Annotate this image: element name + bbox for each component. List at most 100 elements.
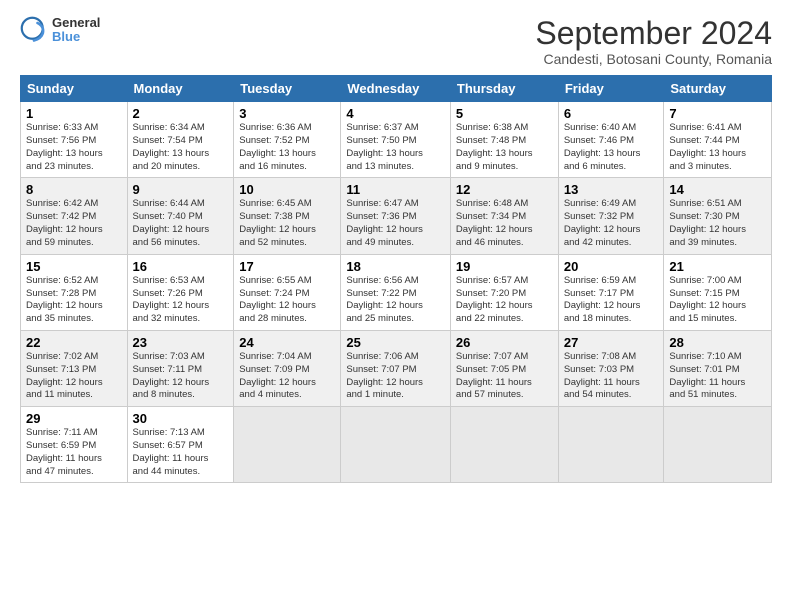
table-cell: 3Sunrise: 6:36 AM Sunset: 7:52 PM Daylig… bbox=[234, 102, 341, 178]
day-info: Sunrise: 7:10 AM Sunset: 7:01 PM Dayligh… bbox=[669, 351, 766, 402]
day-number: 26 bbox=[456, 335, 553, 350]
day-number: 6 bbox=[564, 106, 659, 121]
table-cell: 15Sunrise: 6:52 AM Sunset: 7:28 PM Dayli… bbox=[21, 254, 128, 330]
day-info: Sunrise: 6:37 AM Sunset: 7:50 PM Dayligh… bbox=[346, 122, 445, 173]
day-number: 23 bbox=[133, 335, 229, 350]
day-info: Sunrise: 6:47 AM Sunset: 7:36 PM Dayligh… bbox=[346, 198, 445, 249]
col-thursday: Thursday bbox=[450, 76, 558, 102]
header-row: Sunday Monday Tuesday Wednesday Thursday… bbox=[21, 76, 772, 102]
day-info: Sunrise: 7:06 AM Sunset: 7:07 PM Dayligh… bbox=[346, 351, 445, 402]
day-number: 10 bbox=[239, 182, 335, 197]
day-number: 7 bbox=[669, 106, 766, 121]
table-cell: 14Sunrise: 6:51 AM Sunset: 7:30 PM Dayli… bbox=[664, 178, 772, 254]
day-info: Sunrise: 7:07 AM Sunset: 7:05 PM Dayligh… bbox=[456, 351, 553, 402]
day-info: Sunrise: 7:13 AM Sunset: 6:57 PM Dayligh… bbox=[133, 427, 229, 478]
table-row: 15Sunrise: 6:52 AM Sunset: 7:28 PM Dayli… bbox=[21, 254, 772, 330]
day-info: Sunrise: 6:45 AM Sunset: 7:38 PM Dayligh… bbox=[239, 198, 335, 249]
table-cell: 10Sunrise: 6:45 AM Sunset: 7:38 PM Dayli… bbox=[234, 178, 341, 254]
logo-icon bbox=[20, 16, 48, 44]
table-cell: 29Sunrise: 7:11 AM Sunset: 6:59 PM Dayli… bbox=[21, 407, 128, 483]
day-number: 13 bbox=[564, 182, 659, 197]
day-number: 28 bbox=[669, 335, 766, 350]
day-number: 19 bbox=[456, 259, 553, 274]
day-number: 29 bbox=[26, 411, 122, 426]
day-number: 30 bbox=[133, 411, 229, 426]
day-number: 3 bbox=[239, 106, 335, 121]
day-info: Sunrise: 6:44 AM Sunset: 7:40 PM Dayligh… bbox=[133, 198, 229, 249]
day-info: Sunrise: 6:41 AM Sunset: 7:44 PM Dayligh… bbox=[669, 122, 766, 173]
table-cell: 22Sunrise: 7:02 AM Sunset: 7:13 PM Dayli… bbox=[21, 330, 128, 406]
logo-line1: General bbox=[52, 16, 100, 30]
table-row: 22Sunrise: 7:02 AM Sunset: 7:13 PM Dayli… bbox=[21, 330, 772, 406]
day-number: 24 bbox=[239, 335, 335, 350]
table-row: 8Sunrise: 6:42 AM Sunset: 7:42 PM Daylig… bbox=[21, 178, 772, 254]
table-cell: 25Sunrise: 7:06 AM Sunset: 7:07 PM Dayli… bbox=[341, 330, 451, 406]
day-number: 22 bbox=[26, 335, 122, 350]
table-cell: 30Sunrise: 7:13 AM Sunset: 6:57 PM Dayli… bbox=[127, 407, 234, 483]
day-number: 20 bbox=[564, 259, 659, 274]
day-info: Sunrise: 6:55 AM Sunset: 7:24 PM Dayligh… bbox=[239, 275, 335, 326]
table-cell bbox=[341, 407, 451, 483]
day-info: Sunrise: 6:40 AM Sunset: 7:46 PM Dayligh… bbox=[564, 122, 659, 173]
day-number: 5 bbox=[456, 106, 553, 121]
day-info: Sunrise: 7:11 AM Sunset: 6:59 PM Dayligh… bbox=[26, 427, 122, 478]
calendar-table: Sunday Monday Tuesday Wednesday Thursday… bbox=[20, 75, 772, 483]
table-cell: 4Sunrise: 6:37 AM Sunset: 7:50 PM Daylig… bbox=[341, 102, 451, 178]
col-friday: Friday bbox=[558, 76, 664, 102]
day-info: Sunrise: 6:33 AM Sunset: 7:56 PM Dayligh… bbox=[26, 122, 122, 173]
table-cell: 20Sunrise: 6:59 AM Sunset: 7:17 PM Dayli… bbox=[558, 254, 664, 330]
logo: General Blue bbox=[20, 16, 100, 45]
table-cell: 2Sunrise: 6:34 AM Sunset: 7:54 PM Daylig… bbox=[127, 102, 234, 178]
day-number: 11 bbox=[346, 182, 445, 197]
table-cell: 26Sunrise: 7:07 AM Sunset: 7:05 PM Dayli… bbox=[450, 330, 558, 406]
day-number: 27 bbox=[564, 335, 659, 350]
day-info: Sunrise: 7:02 AM Sunset: 7:13 PM Dayligh… bbox=[26, 351, 122, 402]
day-info: Sunrise: 6:48 AM Sunset: 7:34 PM Dayligh… bbox=[456, 198, 553, 249]
day-number: 4 bbox=[346, 106, 445, 121]
day-info: Sunrise: 6:36 AM Sunset: 7:52 PM Dayligh… bbox=[239, 122, 335, 173]
day-number: 21 bbox=[669, 259, 766, 274]
col-tuesday: Tuesday bbox=[234, 76, 341, 102]
table-cell bbox=[450, 407, 558, 483]
day-number: 15 bbox=[26, 259, 122, 274]
table-cell: 16Sunrise: 6:53 AM Sunset: 7:26 PM Dayli… bbox=[127, 254, 234, 330]
day-number: 12 bbox=[456, 182, 553, 197]
table-row: 1Sunrise: 6:33 AM Sunset: 7:56 PM Daylig… bbox=[21, 102, 772, 178]
table-cell: 6Sunrise: 6:40 AM Sunset: 7:46 PM Daylig… bbox=[558, 102, 664, 178]
day-number: 2 bbox=[133, 106, 229, 121]
day-number: 1 bbox=[26, 106, 122, 121]
table-cell: 24Sunrise: 7:04 AM Sunset: 7:09 PM Dayli… bbox=[234, 330, 341, 406]
title-area: September 2024 Candesti, Botosani County… bbox=[535, 16, 772, 67]
day-info: Sunrise: 6:42 AM Sunset: 7:42 PM Dayligh… bbox=[26, 198, 122, 249]
day-number: 16 bbox=[133, 259, 229, 274]
table-cell: 27Sunrise: 7:08 AM Sunset: 7:03 PM Dayli… bbox=[558, 330, 664, 406]
table-cell: 11Sunrise: 6:47 AM Sunset: 7:36 PM Dayli… bbox=[341, 178, 451, 254]
table-cell: 13Sunrise: 6:49 AM Sunset: 7:32 PM Dayli… bbox=[558, 178, 664, 254]
header: General Blue September 2024 Candesti, Bo… bbox=[20, 16, 772, 67]
table-row: 29Sunrise: 7:11 AM Sunset: 6:59 PM Dayli… bbox=[21, 407, 772, 483]
col-saturday: Saturday bbox=[664, 76, 772, 102]
day-info: Sunrise: 7:03 AM Sunset: 7:11 PM Dayligh… bbox=[133, 351, 229, 402]
day-info: Sunrise: 6:57 AM Sunset: 7:20 PM Dayligh… bbox=[456, 275, 553, 326]
day-info: Sunrise: 7:08 AM Sunset: 7:03 PM Dayligh… bbox=[564, 351, 659, 402]
day-info: Sunrise: 6:53 AM Sunset: 7:26 PM Dayligh… bbox=[133, 275, 229, 326]
table-cell: 21Sunrise: 7:00 AM Sunset: 7:15 PM Dayli… bbox=[664, 254, 772, 330]
day-info: Sunrise: 6:38 AM Sunset: 7:48 PM Dayligh… bbox=[456, 122, 553, 173]
day-info: Sunrise: 7:00 AM Sunset: 7:15 PM Dayligh… bbox=[669, 275, 766, 326]
table-cell bbox=[234, 407, 341, 483]
logo-text: General Blue bbox=[52, 16, 100, 45]
table-cell: 18Sunrise: 6:56 AM Sunset: 7:22 PM Dayli… bbox=[341, 254, 451, 330]
day-info: Sunrise: 7:04 AM Sunset: 7:09 PM Dayligh… bbox=[239, 351, 335, 402]
calendar-title: September 2024 bbox=[535, 16, 772, 51]
calendar-page: General Blue September 2024 Candesti, Bo… bbox=[0, 0, 792, 493]
col-wednesday: Wednesday bbox=[341, 76, 451, 102]
table-cell: 5Sunrise: 6:38 AM Sunset: 7:48 PM Daylig… bbox=[450, 102, 558, 178]
day-info: Sunrise: 6:56 AM Sunset: 7:22 PM Dayligh… bbox=[346, 275, 445, 326]
table-cell: 19Sunrise: 6:57 AM Sunset: 7:20 PM Dayli… bbox=[450, 254, 558, 330]
table-cell: 12Sunrise: 6:48 AM Sunset: 7:34 PM Dayli… bbox=[450, 178, 558, 254]
day-number: 8 bbox=[26, 182, 122, 197]
col-monday: Monday bbox=[127, 76, 234, 102]
table-cell: 17Sunrise: 6:55 AM Sunset: 7:24 PM Dayli… bbox=[234, 254, 341, 330]
day-info: Sunrise: 6:52 AM Sunset: 7:28 PM Dayligh… bbox=[26, 275, 122, 326]
logo-line2: Blue bbox=[52, 30, 100, 44]
